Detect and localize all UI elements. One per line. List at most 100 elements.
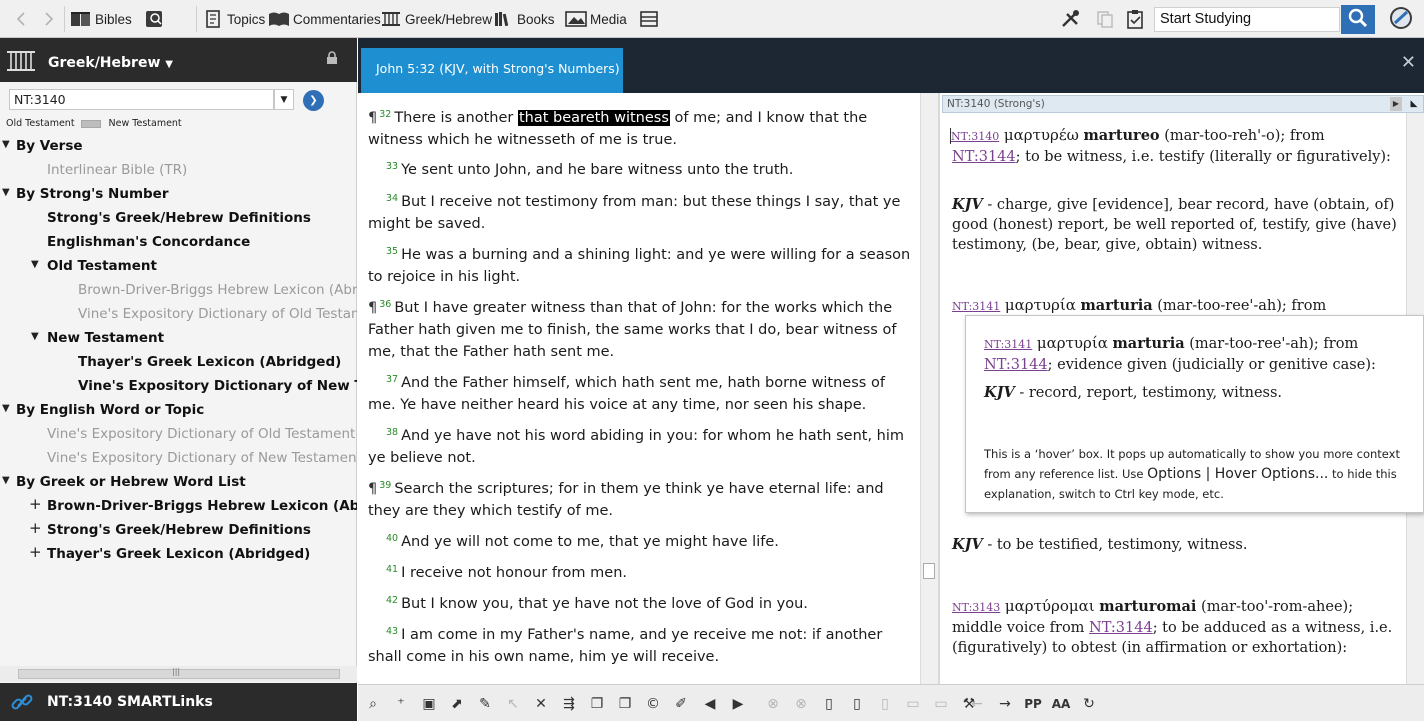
tools-icon[interactable]: ✕ xyxy=(530,693,552,715)
verse[interactable]: 34 But I receive not testimony from man: … xyxy=(368,188,913,235)
pilcrow-icon[interactable]: PP xyxy=(1022,693,1044,715)
copyright-icon[interactable]: © xyxy=(642,693,664,715)
library-category-dropdown[interactable]: Greek/Hebrew ▼ xyxy=(48,55,173,71)
verse[interactable]: 37 And the Father himself, which hath sen… xyxy=(368,369,913,416)
verse[interactable]: 43 I am come in my Father's name, and ye … xyxy=(368,621,913,668)
smartlinks-bar[interactable]: NT:3140 SMARTLinks xyxy=(0,683,357,721)
bible-search-button[interactable] xyxy=(144,5,169,33)
bibles-button[interactable]: Bibles xyxy=(70,5,132,33)
expand-plus-icon[interactable]: + xyxy=(29,543,42,561)
reference-go-button[interactable]: ❯ xyxy=(303,90,324,111)
strongs-number-link[interactable]: NT:3141 xyxy=(984,338,1032,351)
layout-icon[interactable]: ▭ xyxy=(902,693,924,715)
tools-button[interactable] xyxy=(1060,5,1085,33)
layout-button[interactable] xyxy=(638,5,663,33)
pane-pin-icon[interactable]: ◣ xyxy=(1406,97,1422,111)
hover-options-link[interactable]: Hover Options... xyxy=(1215,466,1329,482)
tree-item[interactable]: By Verse xyxy=(16,137,83,155)
collapse-triangle-icon[interactable]: ▼ xyxy=(2,472,10,490)
tree-item[interactable]: New Testament xyxy=(47,329,164,347)
tree-item[interactable]: Englishman's Concordance xyxy=(47,233,250,251)
copy-page-icon[interactable]: ❐ xyxy=(586,693,608,715)
strongs-number-link[interactable]: NT:3141 xyxy=(952,300,1000,313)
add-bookmark-icon[interactable]: ⁺ xyxy=(390,693,412,715)
testament-slider[interactable] xyxy=(80,119,101,128)
tree-item[interactable]: By English Word or Topic xyxy=(16,401,204,419)
next-icon[interactable]: ▶ xyxy=(727,693,749,715)
strongs-number-link[interactable]: NT:3143 xyxy=(952,601,1000,614)
topics-button[interactable]: Topics xyxy=(202,5,265,33)
collapse-triangle-icon[interactable]: ▼ xyxy=(2,136,10,154)
verse-number[interactable]: 33 xyxy=(386,161,398,172)
close-icon[interactable]: ✕ xyxy=(1401,52,1416,73)
verse-number[interactable]: 35 xyxy=(386,246,398,257)
tree-item[interactable]: Vine's Expository Dictionary of New Test… xyxy=(78,377,357,395)
strongs-ref-link[interactable]: NT:3144 xyxy=(984,357,1048,373)
verse[interactable]: 42 But I know you, that ye have not the l… xyxy=(368,590,913,615)
copy-page-icon[interactable]: ❐ xyxy=(614,693,636,715)
expand-plus-icon[interactable]: + xyxy=(29,495,42,513)
reference-dropdown-button[interactable]: ▼ xyxy=(274,89,294,110)
tree-item[interactable]: Vine's Expository Dictionary of New Test… xyxy=(47,449,357,467)
jump-icon[interactable]: ⬈ xyxy=(446,693,468,715)
back-button[interactable] xyxy=(10,5,35,33)
verse-number[interactable]: 42 xyxy=(386,595,398,606)
forward-button[interactable] xyxy=(38,5,63,33)
strongs-ref-link[interactable]: NT:3144 xyxy=(952,149,1016,165)
tree-item[interactable]: By Strong's Number xyxy=(16,185,169,203)
tree-item[interactable]: Strong's Greek/Hebrew Definitions xyxy=(47,521,311,539)
options-menu-link[interactable]: Options xyxy=(1147,466,1201,482)
verse-number[interactable]: 34 xyxy=(386,193,398,204)
verse-number[interactable]: 38 xyxy=(386,427,398,438)
lock-icon[interactable] xyxy=(326,51,338,69)
tree-item[interactable]: Brown-Driver-Briggs Hebrew Lexicon (Abri… xyxy=(47,497,357,515)
verse[interactable]: 38 And ye have not his word abiding in yo… xyxy=(368,422,913,469)
page-icon[interactable]: ▯ xyxy=(874,693,896,715)
cursor-icon[interactable]: ↖ xyxy=(502,693,524,715)
page-icon[interactable]: ▯ xyxy=(846,693,868,715)
verse[interactable]: 41 I receive not honour from men. xyxy=(368,559,913,584)
media-button[interactable]: Media xyxy=(565,5,627,33)
scrollbar-thumb[interactable] xyxy=(923,563,935,579)
verse[interactable]: 33 Ye sent unto John, and he bare witness… xyxy=(368,156,913,181)
highlight-icon[interactable]: ✐ xyxy=(670,693,692,715)
tree-item[interactable]: Interlinear Bible (TR) xyxy=(47,161,187,179)
greek-hebrew-button[interactable]: Greek/Hebrew xyxy=(380,5,492,33)
copy-button[interactable] xyxy=(1094,5,1119,33)
collapse-triangle-icon[interactable]: ▼ xyxy=(31,328,39,346)
verse[interactable]: ¶ 32 There is another that beareth witness… xyxy=(368,104,913,151)
disabled-icon[interactable]: ⊗ xyxy=(762,693,784,715)
search-icon[interactable]: ⌕ xyxy=(362,693,384,715)
tree-item[interactable]: Vine's Expository Dictionary of Old Test… xyxy=(78,305,357,323)
layout-icon[interactable]: ▭ xyxy=(930,693,952,715)
tree-item[interactable]: Strong's Greek/Hebrew Definitions xyxy=(47,209,311,227)
horizontal-scrollbar[interactable]: ||| xyxy=(0,666,357,682)
disabled-icon[interactable]: ⊗ xyxy=(790,693,812,715)
pane-menu-arrow-icon[interactable]: ▶ xyxy=(1390,97,1402,111)
strongs-number-link[interactable]: NT:3140 xyxy=(951,130,999,143)
verse[interactable]: ¶ 36 But I have greater witness than that … xyxy=(368,294,913,363)
tree-item[interactable]: By Greek or Hebrew Word List xyxy=(16,473,246,491)
tree-item[interactable]: Thayer's Greek Lexicon (Abridged) xyxy=(47,545,310,563)
verse-number[interactable]: 36 xyxy=(379,299,391,310)
collapse-triangle-icon[interactable]: ▼ xyxy=(2,400,10,418)
collapse-triangle-icon[interactable]: ▼ xyxy=(31,256,39,274)
tree-item[interactable]: Old Testament xyxy=(47,257,157,275)
tree-item[interactable]: Brown-Driver-Briggs Hebrew Lexicon (Abri… xyxy=(78,281,357,299)
verse-number[interactable]: 43 xyxy=(386,626,398,637)
forward-arrow-icon[interactable]: → xyxy=(994,693,1016,715)
commentaries-button[interactable]: Commentaries xyxy=(268,5,381,33)
expand-plus-icon[interactable]: + xyxy=(29,519,42,537)
verse[interactable]: 40 And ye will not come to me, that ye mi… xyxy=(368,528,913,553)
selected-text[interactable]: that beareth witness xyxy=(517,110,670,126)
prev-icon[interactable]: ◀ xyxy=(699,693,721,715)
search-button[interactable] xyxy=(1341,5,1375,34)
verse-number[interactable]: 40 xyxy=(386,533,398,544)
tree-item[interactable]: Vine's Expository Dictionary of Old Test… xyxy=(47,425,357,443)
verse-number[interactable]: 32 xyxy=(379,109,391,120)
verse-number[interactable]: 37 xyxy=(386,374,398,385)
page-icon[interactable]: ▣ xyxy=(418,693,440,715)
strongs-ref-link[interactable]: NT:3144 xyxy=(1089,620,1153,636)
collapse-triangle-icon[interactable]: ▼ xyxy=(2,184,10,202)
verse-number[interactable]: 41 xyxy=(386,564,398,575)
